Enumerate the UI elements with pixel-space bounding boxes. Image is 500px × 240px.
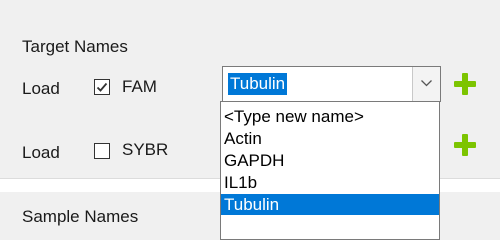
- sample-names-title: Sample Names: [22, 207, 139, 226]
- dropdown-option-tubulin[interactable]: Tubulin: [221, 194, 439, 215]
- chevron-down-icon: [421, 80, 432, 87]
- row1-load-label: Load: [22, 79, 60, 98]
- row2-load-checkbox[interactable]: [94, 143, 110, 159]
- row2-load-label: Load: [22, 143, 60, 162]
- dropdown-option-il1b[interactable]: IL1b: [221, 172, 439, 193]
- dropdown-option-actin[interactable]: Actin: [221, 128, 439, 149]
- dropdown-option-gapdh[interactable]: GAPDH: [221, 150, 439, 171]
- target-names-title: Target Names: [22, 37, 128, 56]
- add-target-row2-plus-icon[interactable]: [452, 132, 478, 158]
- combo-selected-text[interactable]: Tubulin: [228, 73, 288, 95]
- combo-dropdown-button[interactable]: [412, 67, 440, 101]
- target-names-window: Target Names Load FAM Load SYBR Tubulin …: [0, 0, 500, 240]
- row1-load-checkbox[interactable]: [94, 79, 110, 95]
- add-target-row1-plus-icon[interactable]: [452, 71, 478, 97]
- row2-dye-label: SYBR: [122, 140, 169, 159]
- checkmark-icon: [96, 82, 108, 92]
- target-name-combobox[interactable]: Tubulin: [222, 66, 441, 102]
- top-strip: [0, 0, 500, 12]
- target-name-dropdown-list[interactable]: <Type new name> Actin GAPDH IL1b Tubulin: [220, 101, 440, 240]
- row1-dye-label: FAM: [122, 77, 157, 96]
- dropdown-option-type-new-name[interactable]: <Type new name>: [221, 106, 439, 127]
